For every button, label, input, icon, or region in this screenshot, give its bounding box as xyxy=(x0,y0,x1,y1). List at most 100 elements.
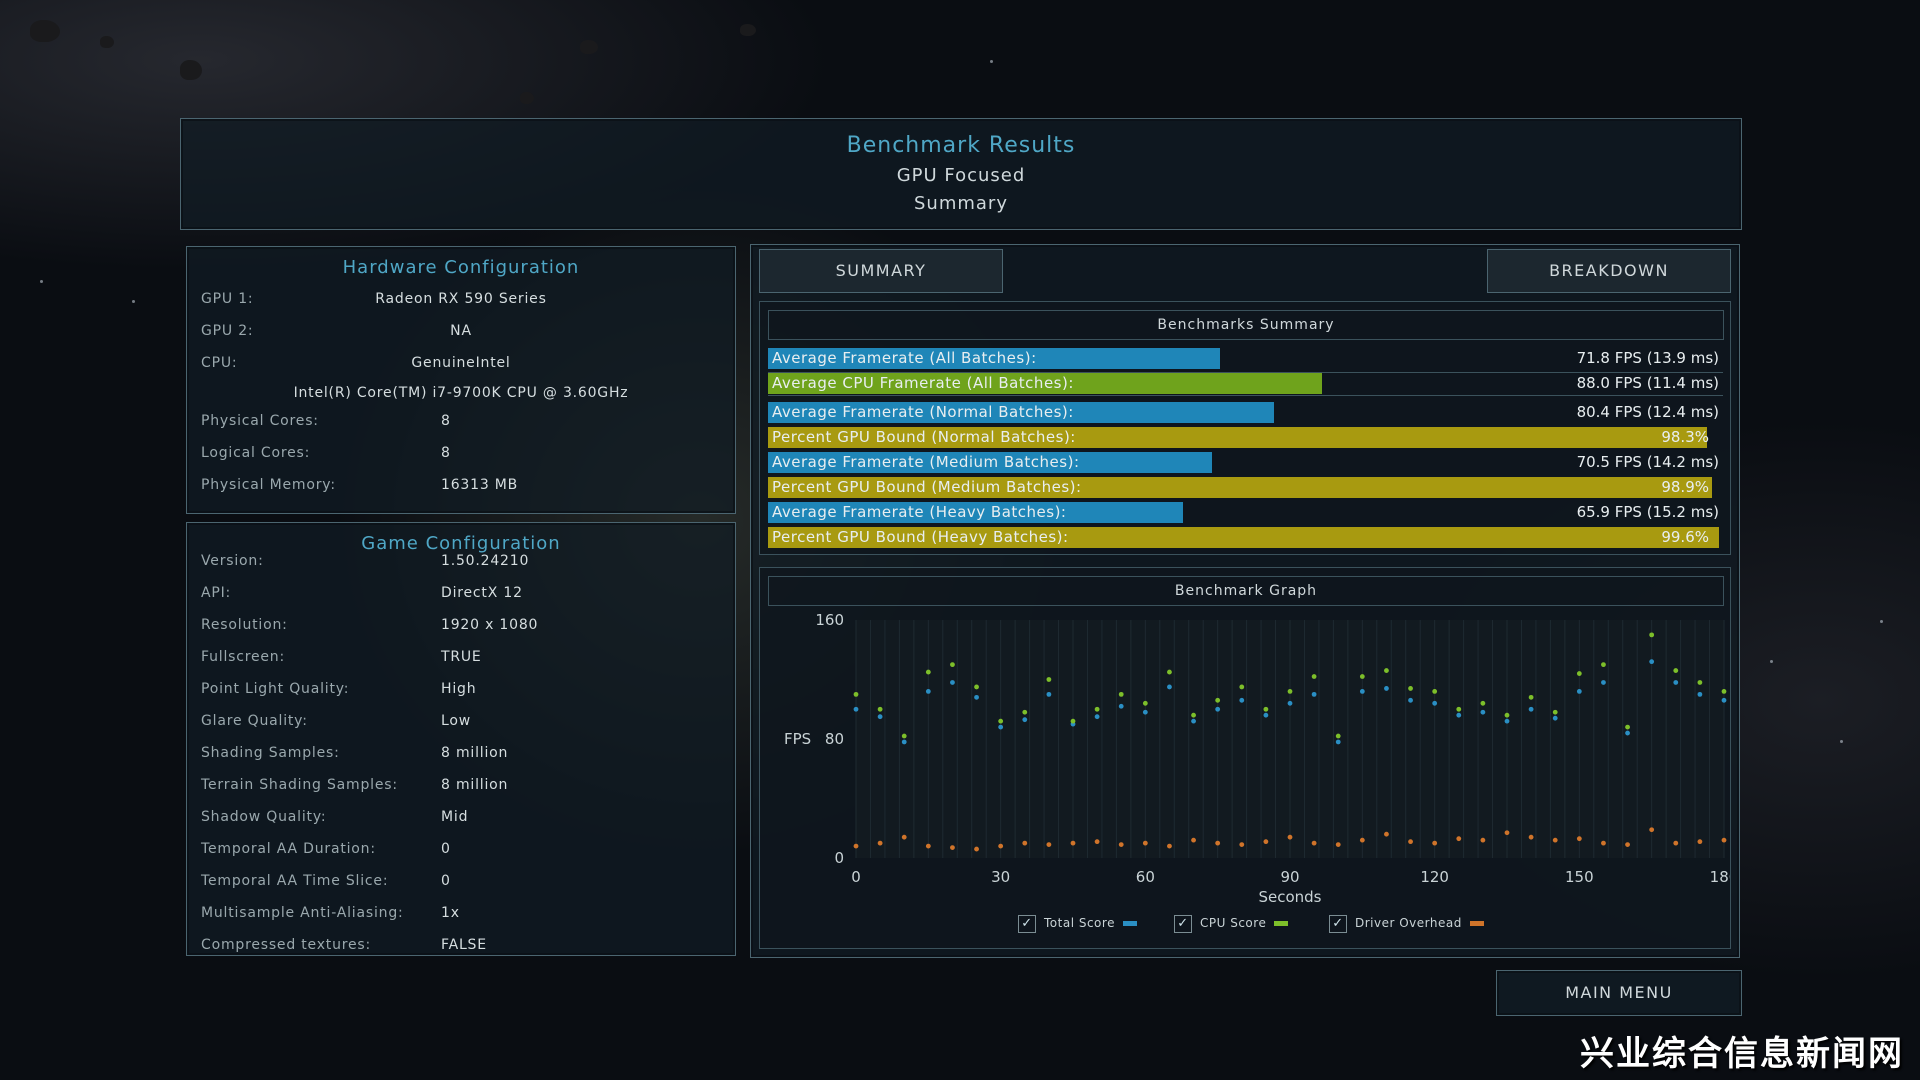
data-point xyxy=(1576,836,1582,842)
game-configuration-panel: Game Configuration Version: 1.50.24210 API… xyxy=(186,522,736,956)
game-config-label: Compressed textures: xyxy=(201,937,372,953)
benchmark-graph-panel: Benchmark Graph 0 30 60 90 120 150 180 0 80 160 FP… xyxy=(759,567,1731,949)
game-config-label: Glare Quality: xyxy=(201,713,308,729)
data-point xyxy=(1697,839,1703,845)
physical-cores-label: Physical Cores: xyxy=(201,413,319,429)
summary-bar-value: 80.4 FPS (12.4 ms) xyxy=(1576,403,1719,421)
results-panel: SUMMARY BREAKDOWN Benchmarks Summary Ave… xyxy=(750,244,1740,958)
data-point xyxy=(1480,837,1486,843)
data-point xyxy=(1576,671,1582,676)
data-point xyxy=(1118,842,1124,848)
logical-cores-value: 8 xyxy=(441,445,451,461)
data-point xyxy=(1504,712,1510,718)
driver-swatch xyxy=(1469,921,1484,926)
game-config-label: Point Light Quality: xyxy=(201,681,350,697)
legend-driver-overhead[interactable]: ✓ Driver Overhead xyxy=(1329,914,1484,933)
data-point xyxy=(1263,712,1269,718)
x-tick-label: 180 xyxy=(1710,868,1730,886)
data-point xyxy=(1384,686,1389,691)
checkbox-checked-icon[interactable]: ✓ xyxy=(1174,914,1192,933)
data-point xyxy=(1456,836,1462,842)
data-point xyxy=(853,843,859,849)
x-tick-label: 90 xyxy=(1280,868,1299,886)
data-point xyxy=(1673,840,1679,846)
data-point xyxy=(1721,689,1727,694)
data-point xyxy=(901,733,907,739)
data-point xyxy=(1142,700,1148,706)
gpu1-value: Radeon RX 590 Series xyxy=(375,291,547,307)
data-point xyxy=(998,843,1004,849)
data-point xyxy=(1191,837,1196,843)
summary-separator xyxy=(768,372,1723,373)
cpu-value: GenuineIntel xyxy=(411,355,511,371)
data-point xyxy=(1408,697,1413,703)
checkbox-checked-icon[interactable]: ✓ xyxy=(1018,914,1036,933)
data-point xyxy=(1046,691,1052,697)
game-config-label: Shadow Quality: xyxy=(201,809,327,825)
summary-bar-value: 88.0 FPS (11.4 ms) xyxy=(1576,374,1719,392)
data-point xyxy=(1167,684,1172,690)
results-header: Benchmark Results GPU Focused Summary xyxy=(180,118,1742,230)
data-point xyxy=(1432,689,1438,694)
benchmarks-summary-panel: Benchmarks Summary Average Framerate (Al… xyxy=(759,301,1731,555)
data-point xyxy=(1432,840,1438,846)
data-point xyxy=(1408,839,1413,845)
summary-bar: Percent GPU Bound (Heavy Batches): 99.6% xyxy=(768,527,1723,548)
y-tick-label: 160 xyxy=(815,611,844,629)
data-point xyxy=(1118,703,1124,709)
data-point xyxy=(1625,842,1630,848)
page-title: Benchmark Results xyxy=(846,133,1076,158)
data-point xyxy=(1359,689,1365,694)
data-point xyxy=(1118,691,1124,697)
data-point xyxy=(1142,840,1148,846)
data-point xyxy=(1528,706,1534,712)
gpu2-label: GPU 2: xyxy=(201,323,254,339)
data-point xyxy=(1191,712,1196,718)
data-point xyxy=(901,834,907,840)
main-menu-button[interactable]: MAIN MENU xyxy=(1496,970,1742,1016)
summary-bar-label: Average CPU Framerate (All Batches): xyxy=(772,374,1074,392)
data-point xyxy=(1070,840,1076,846)
data-point xyxy=(1191,718,1196,724)
cpu-swatch xyxy=(1274,921,1289,926)
summary-bar-label: Average Framerate (Medium Batches): xyxy=(772,453,1080,471)
data-point xyxy=(1504,830,1510,836)
data-point xyxy=(1552,709,1558,715)
data-point xyxy=(998,718,1004,724)
x-axis-label: Seconds xyxy=(1258,888,1321,906)
data-point xyxy=(901,739,907,745)
benchmark-graph-title: Benchmark Graph xyxy=(768,576,1724,606)
checkbox-checked-icon[interactable]: ✓ xyxy=(1329,914,1347,933)
data-point xyxy=(1673,680,1679,685)
total-swatch xyxy=(1122,921,1137,926)
data-point xyxy=(1311,840,1317,846)
game-config-value: 8 million xyxy=(441,745,509,761)
view-name: Summary xyxy=(914,193,1008,214)
summary-bar-label: Percent GPU Bound (Heavy Batches): xyxy=(772,528,1069,546)
game-config-label: API: xyxy=(201,585,232,601)
data-point xyxy=(1215,706,1221,712)
hardware-configuration-panel: Hardware Configuration GPU 1: Radeon RX … xyxy=(186,246,736,514)
tab-summary[interactable]: SUMMARY xyxy=(759,249,1003,293)
data-point xyxy=(1022,717,1028,723)
tab-breakdown[interactable]: BREAKDOWN xyxy=(1487,249,1731,293)
game-config-value: 0 xyxy=(441,841,451,857)
data-point xyxy=(1625,730,1630,736)
game-config-label: Resolution: xyxy=(201,617,288,633)
summary-bar: Average Framerate (Normal Batches): 80.4 … xyxy=(768,402,1723,423)
game-config-label: Version: xyxy=(201,553,264,569)
data-point xyxy=(1528,834,1534,840)
data-point xyxy=(877,714,883,720)
data-point xyxy=(925,669,931,675)
game-config-value: 1.50.24210 xyxy=(441,553,530,569)
data-point xyxy=(1359,837,1365,843)
data-point xyxy=(1142,709,1148,715)
y-axis-label: FPS xyxy=(784,730,811,748)
data-point xyxy=(1335,739,1341,745)
legend-cpu-score[interactable]: ✓ CPU Score xyxy=(1174,914,1289,933)
summary-bar: Average Framerate (Heavy Batches): 65.9 F… xyxy=(768,502,1723,523)
data-point xyxy=(877,840,883,846)
data-point xyxy=(1456,712,1462,718)
legend-total-score[interactable]: ✓ Total Score xyxy=(1018,914,1137,933)
game-config-value: 1920 x 1080 xyxy=(441,617,539,633)
